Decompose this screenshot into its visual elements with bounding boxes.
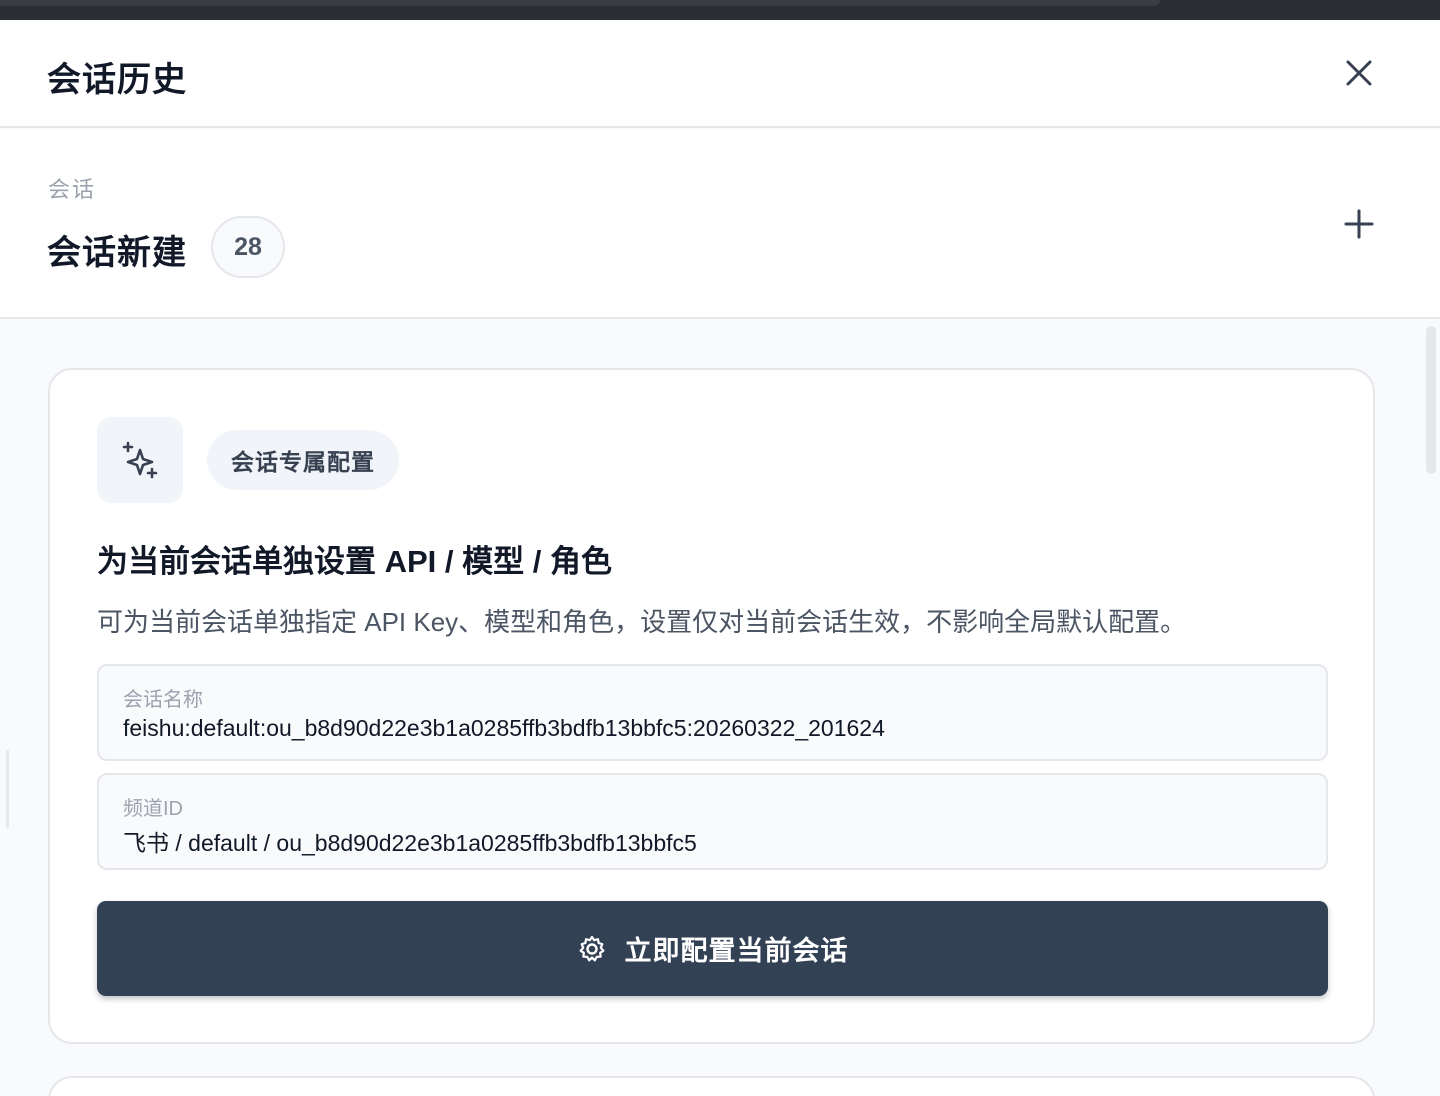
close-button[interactable] xyxy=(1336,50,1382,96)
session-config-card: 会话专属配置 为当前会话单独设置 API / 模型 / 角色 可为当前会话单独指… xyxy=(48,368,1375,1044)
config-card-title: 为当前会话单独设置 API / 模型 / 角色 xyxy=(97,544,612,579)
scrollbar-thumb[interactable] xyxy=(1426,326,1436,474)
session-count-badge: 28 xyxy=(211,216,285,278)
close-icon xyxy=(1346,60,1372,86)
session-content-scroll-area[interactable]: 会话专属配置 为当前会话单独设置 API / 模型 / 角色 可为当前会话单独指… xyxy=(0,320,1440,1096)
session-name-field[interactable]: 会话名称 feishu:default:ou_b8d90d22e3b1a0285… xyxy=(97,664,1328,761)
plus-icon xyxy=(1344,209,1374,239)
session-config-pill: 会话专属配置 xyxy=(207,430,399,490)
next-card xyxy=(48,1076,1375,1096)
gear-icon xyxy=(579,935,604,961)
channel-id-field-value[interactable]: 飞书 / default / ou_b8d90d22e3b1a0285ffb3b… xyxy=(123,824,697,858)
sparkles-icon xyxy=(122,441,158,479)
session-bar: 会话 会话新建 28 xyxy=(0,129,1440,319)
browser-top-strip xyxy=(0,0,1440,20)
session-section-label: 会话 xyxy=(48,177,97,202)
config-card-description: 可为当前会话单独指定 API Key、模型和角色，设置仅对当前会话生效，不影响全… xyxy=(97,607,1187,637)
resize-handle[interactable] xyxy=(6,750,9,828)
session-name-field-label: 会话名称 xyxy=(123,689,203,711)
panel-title: 会话历史 xyxy=(47,61,187,99)
browser-tab-shape xyxy=(0,0,1160,6)
new-session-button[interactable] xyxy=(1336,201,1382,247)
panel-header: 会话历史 xyxy=(0,20,1440,128)
session-name-field-value[interactable]: feishu:default:ou_b8d90d22e3b1a0285ffb3b… xyxy=(123,715,885,742)
session-name[interactable]: 会话新建 xyxy=(47,225,187,274)
sparkle-icon-box xyxy=(97,417,183,503)
session-history-panel: 会话历史 会话 会话新建 28 会话专属配置 为当前会话单独设置 API / 模… xyxy=(0,20,1440,1096)
channel-id-field[interactable]: 频道ID 飞书 / default / ou_b8d90d22e3b1a0285… xyxy=(97,773,1328,870)
channel-id-field-label: 频道ID xyxy=(123,798,183,820)
configure-session-button-label: 立即配置当前会话 xyxy=(624,936,849,966)
configure-session-button[interactable]: 立即配置当前会话 xyxy=(97,901,1328,996)
